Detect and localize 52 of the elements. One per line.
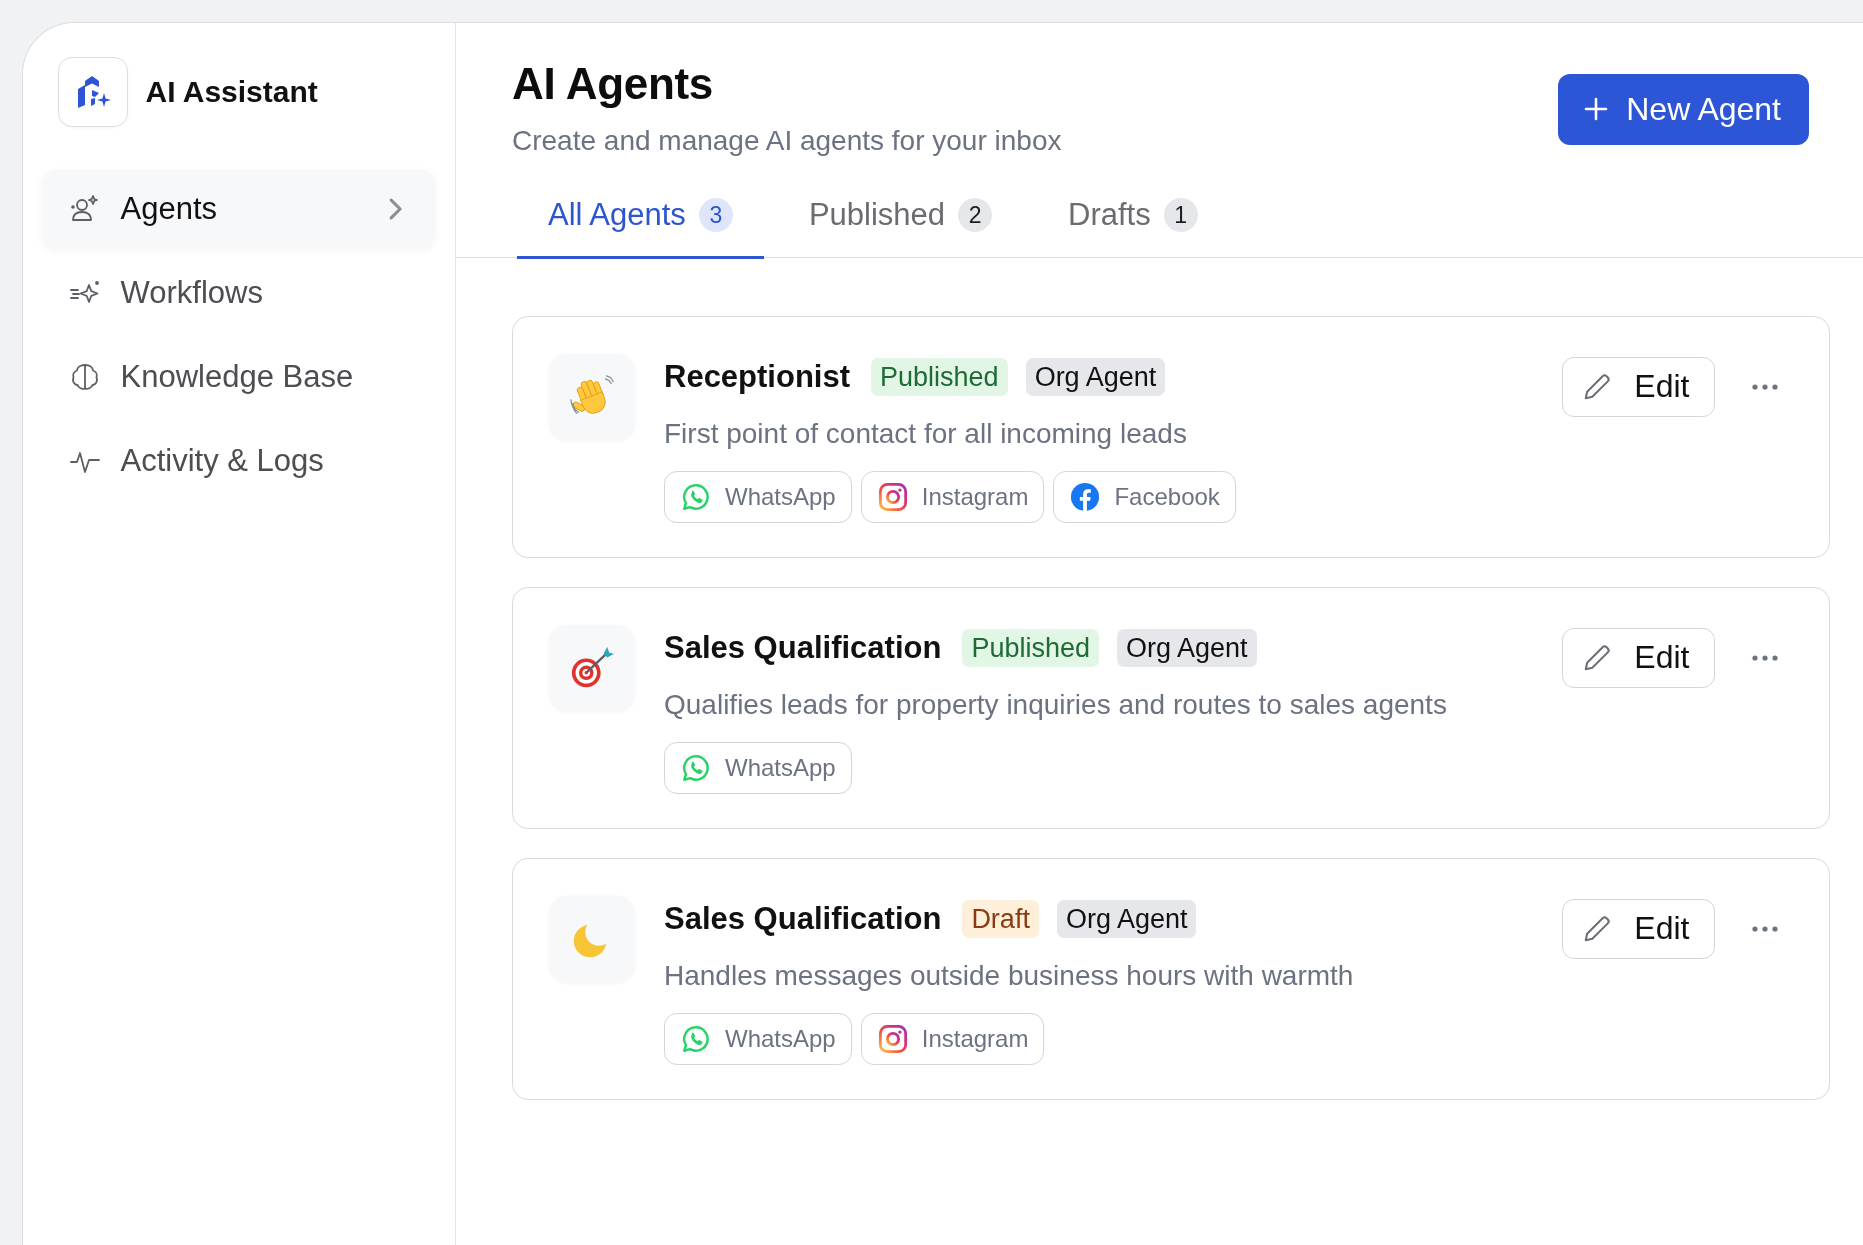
channel-name: Instagram: [921, 1025, 1029, 1053]
scope-badge: Org Agent: [1025, 358, 1166, 396]
plus-icon: [1584, 97, 1609, 121]
status-badge: Draft: [962, 900, 1039, 938]
whatsapp-icon: [681, 482, 711, 512]
agent-name: Receptionist: [664, 359, 851, 395]
pencil-icon: [1582, 371, 1613, 402]
facebook-icon: [1070, 482, 1101, 512]
sidebar-nav-item[interactable]: Knowledge Base: [41, 337, 435, 416]
tab[interactable]: Published 2: [777, 176, 1024, 259]
more-icon: [1751, 925, 1778, 932]
whatsapp-icon: [681, 1024, 711, 1054]
tab[interactable]: All Agents 3: [517, 176, 764, 259]
channel-name: Instagram: [921, 483, 1029, 511]
waving-hand-icon: [549, 354, 635, 440]
agent-name: Sales Qualification: [664, 630, 942, 666]
page-subtitle: Create and manage AI agents for your inbox: [512, 123, 1062, 158]
edit-button[interactable]: Edit: [1562, 898, 1715, 959]
pencil-icon: [1582, 913, 1613, 944]
page-title: AI Agents: [512, 57, 714, 110]
count-badge: 3: [698, 197, 733, 232]
app-title: AI Assistant: [145, 74, 318, 109]
sidebar-nav-item[interactable]: Agents: [41, 169, 435, 248]
agent-description: Handles messages outside business hours with warmth: [664, 959, 1355, 993]
scope-badge: Org Agent: [1116, 629, 1257, 667]
pencil-icon: [1582, 642, 1613, 673]
channel-name: Facebook: [1114, 483, 1220, 511]
instagram-icon: [877, 482, 908, 512]
crescent-moon-icon: [549, 896, 635, 982]
dart-target-icon: [549, 625, 635, 711]
count-badge: 1: [1163, 197, 1198, 232]
logo-icon: [57, 56, 128, 127]
edit-button[interactable]: Edit: [1562, 627, 1715, 688]
agent-name: Sales Qualification: [664, 901, 942, 937]
sidebar-nav-item[interactable]: Activity & Logs: [41, 421, 435, 500]
agent-description: Qualifies leads for property inquiries and routes to sales agents: [664, 688, 1448, 722]
status-badge: Published: [962, 629, 1099, 667]
agent-description: First point of contact for all incoming leads: [664, 417, 1188, 451]
instagram-icon: [877, 1024, 908, 1054]
channel-name: WhatsApp: [725, 483, 836, 511]
count-badge: 2: [958, 197, 993, 232]
tab[interactable]: Drafts 1: [1037, 176, 1229, 259]
channel-name: WhatsApp: [725, 754, 836, 782]
edit-button[interactable]: Edit: [1562, 356, 1715, 417]
scope-badge: Org Agent: [1056, 900, 1197, 938]
new-agent-button[interactable]: New Agent: [1558, 73, 1809, 145]
whatsapp-icon: [681, 753, 711, 783]
more-icon: [1751, 383, 1778, 390]
channel-name: WhatsApp: [725, 1025, 836, 1053]
sidebar-nav-item[interactable]: Workflows: [41, 253, 435, 332]
status-badge: Published: [871, 358, 1008, 396]
more-icon: [1751, 654, 1778, 661]
